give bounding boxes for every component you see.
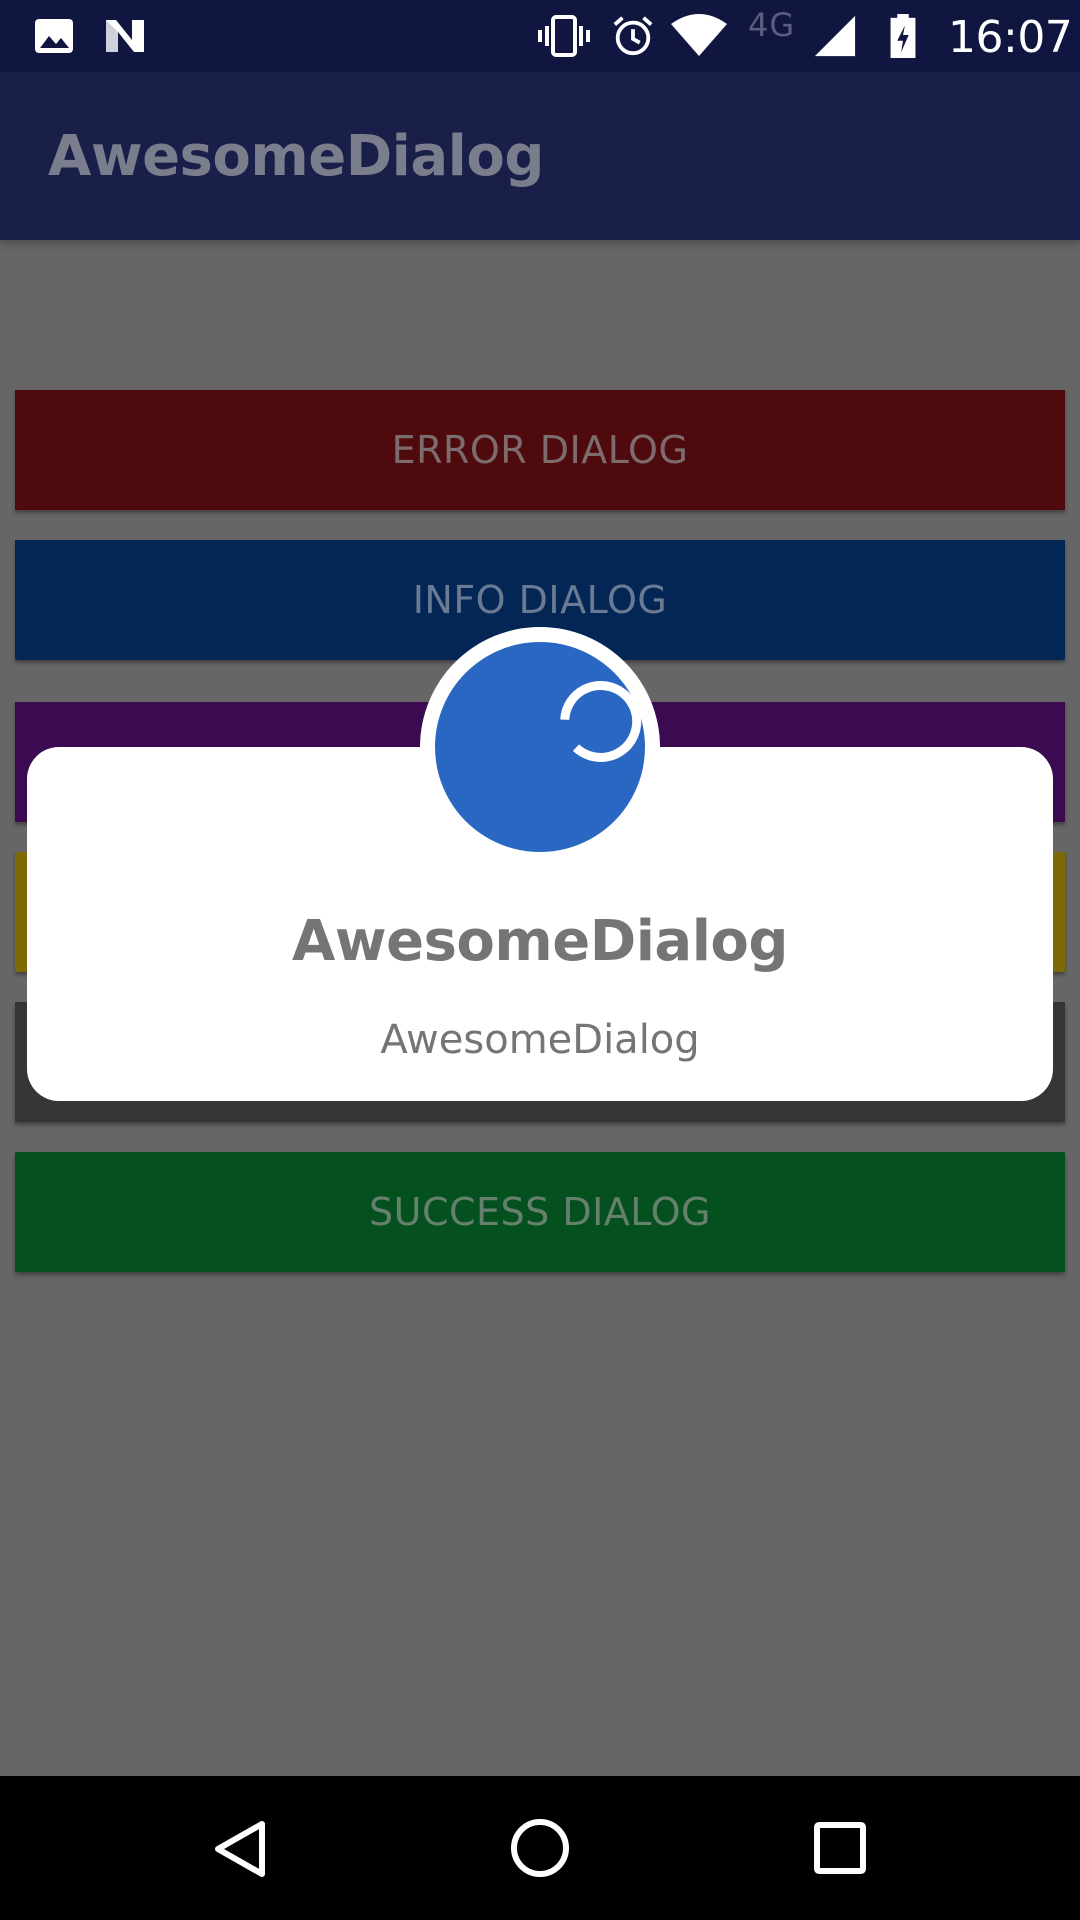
app-title: AwesomeDialog [48,124,544,189]
clock: 16:07 [948,12,1073,63]
navigation-bar [0,1776,1080,1920]
dialog-title: AwesomeDialog [292,909,788,974]
dialog-message: AwesomeDialog [380,1017,700,1063]
alarm-icon [613,16,653,56]
wifi-icon [671,14,727,56]
app-bar: AwesomeDialog [0,72,1080,240]
battery-charging-icon [890,14,916,58]
vibrate-icon [538,15,590,57]
recents-icon[interactable] [788,1796,892,1900]
image-icon [35,19,73,53]
success-dialog-button[interactable]: SUCCESS DIALOG [15,1152,1065,1272]
n-notification-icon [106,20,144,52]
loading-spinner-icon [560,680,642,762]
network-type-label: 4G [748,6,796,44]
status-bar: 4G 16:07 [0,0,1080,72]
back-icon[interactable] [190,1796,294,1900]
home-icon[interactable] [488,1796,592,1900]
cell-signal-icon [814,15,856,57]
error-dialog-button[interactable]: ERROR DIALOG [15,390,1065,510]
